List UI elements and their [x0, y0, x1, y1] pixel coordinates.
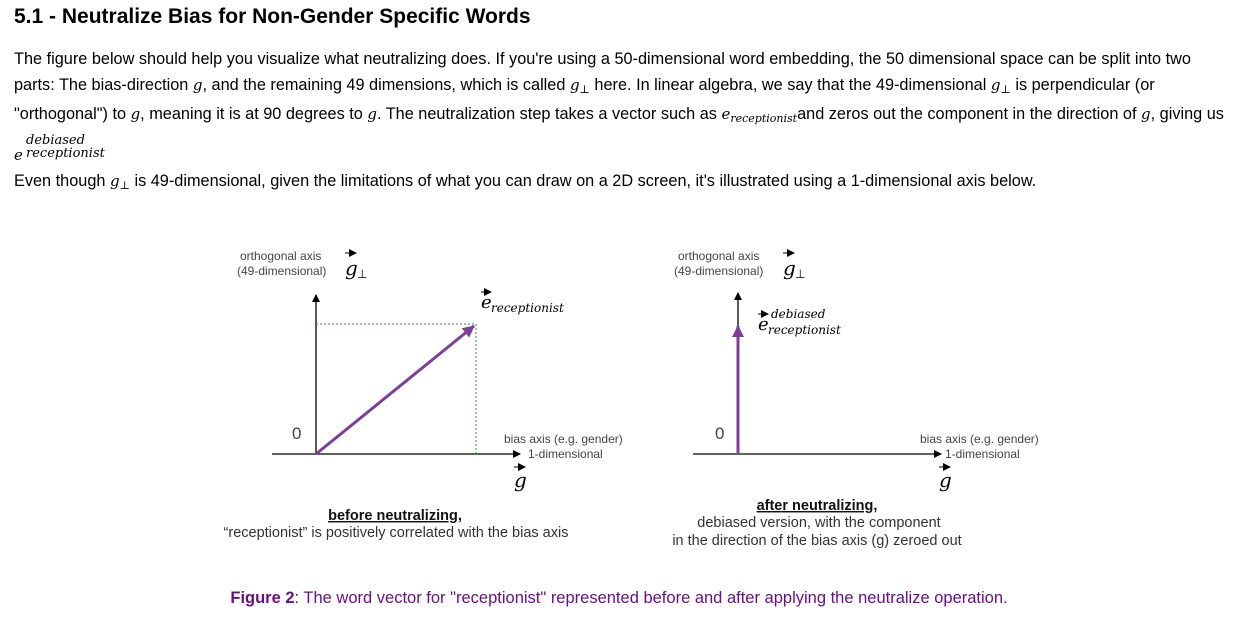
before-caption-title: before neutralizing, — [328, 508, 462, 524]
diagram-after: orthogonal axis (49-dimensional) g ⊥ 0 e… — [672, 249, 1039, 549]
g-vector-label: g — [514, 468, 527, 492]
debiased-superscript: debiased — [771, 307, 826, 321]
bias-axis-sublabel: 1-dimensional — [945, 447, 1020, 461]
perp-symbol: ⊥ — [357, 267, 367, 281]
origin-label: 0 — [715, 424, 724, 443]
after-caption-line1: debiased version, with the component — [697, 515, 940, 531]
ortho-axis-sublabel: (49-dimensional) — [674, 264, 763, 278]
after-caption-title: after neutralizing, — [757, 498, 878, 514]
neutralize-figure: orthogonal axis (49-dimensional) g ⊥ 0 e… — [224, 249, 1039, 549]
bias-axis-sublabel: 1-dimensional — [528, 447, 603, 461]
g-vector-label: g — [939, 468, 952, 492]
figure-caption-text: : The word vector for "receptionist" rep… — [294, 589, 1008, 607]
receptionist-subscript: receptionist — [491, 301, 564, 315]
bias-axis-label: bias axis (e.g. gender) — [504, 432, 623, 446]
bias-axis-label: bias axis (e.g. gender) — [920, 432, 1039, 446]
ortho-axis-label: orthogonal axis — [678, 249, 759, 263]
diagram-before: orthogonal axis (49-dimensional) g ⊥ 0 e… — [224, 249, 623, 541]
ortho-axis-sublabel: (49-dimensional) — [237, 264, 326, 278]
g-perp-vector-label: g — [345, 256, 358, 280]
figure-label: Figure 2 — [230, 589, 295, 607]
perp-symbol: ⊥ — [795, 267, 805, 281]
after-caption-line2: in the direction of the bias axis (g) ze… — [672, 533, 961, 549]
before-caption-text: “receptionist” is positively correlated … — [224, 525, 569, 541]
ortho-axis-label: orthogonal axis — [240, 249, 321, 263]
receptionist-subscript: receptionist — [768, 323, 841, 337]
origin-label: 0 — [292, 424, 301, 443]
figure-caption: Figure 2: The word vector for "reception… — [0, 589, 1238, 608]
g-perp-vector-label: g — [783, 256, 796, 280]
receptionist-vector — [315, 324, 475, 456]
